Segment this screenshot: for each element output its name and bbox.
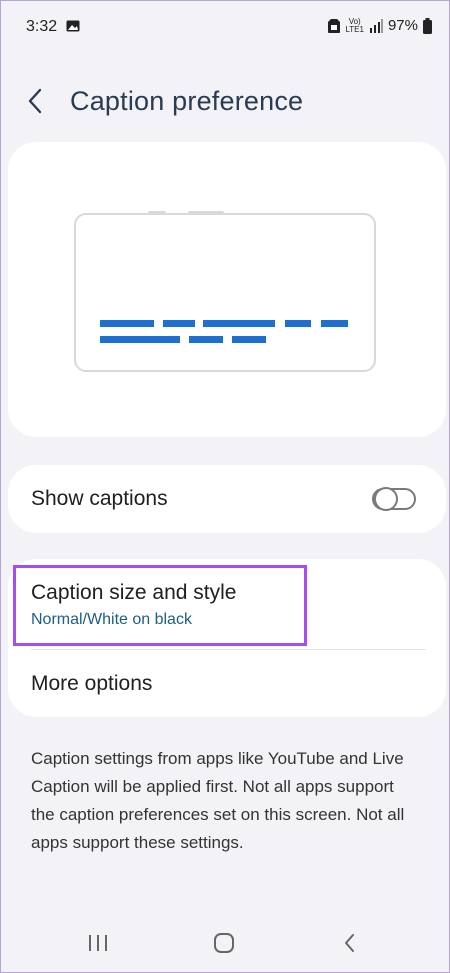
signal-icon xyxy=(369,18,383,33)
status-icons: Vo) LTE1 97% xyxy=(328,17,432,34)
more-options-label: More options xyxy=(31,672,153,695)
caption-preview-line xyxy=(203,320,275,327)
gallery-notification-icon xyxy=(66,20,80,32)
caption-preview-line xyxy=(100,336,180,343)
sim-icon xyxy=(328,18,341,33)
show-captions-label: Show captions xyxy=(31,487,168,510)
caption-size-style-value: Normal/White on black xyxy=(31,611,192,628)
page-title: Caption preference xyxy=(70,86,304,116)
caption-preview-line xyxy=(285,320,311,327)
back-icon xyxy=(345,934,354,952)
caption-preview-line xyxy=(321,320,348,327)
nav-back-button[interactable] xyxy=(330,925,370,961)
battery-percent: 97% xyxy=(387,17,418,34)
toggle-knob xyxy=(374,487,398,511)
caption-size-style-label: Caption size and style xyxy=(31,581,237,604)
chevron-left-icon xyxy=(28,88,42,114)
caption-size-style-row[interactable]: Caption size and style Normal/White on b… xyxy=(8,559,446,649)
more-options-row[interactable]: More options xyxy=(8,650,446,717)
status-bar: 3:32 Vo) LTE1 97% xyxy=(0,0,450,55)
volte-bottom-text: LTE1 xyxy=(345,24,364,34)
caption-preview-line xyxy=(163,320,195,327)
recents-icon xyxy=(89,935,107,951)
preview-notch xyxy=(148,211,166,215)
preview-notch xyxy=(188,211,224,215)
back-button[interactable] xyxy=(26,86,56,120)
caption-options-card: Caption size and style Normal/White on b… xyxy=(8,559,446,717)
caption-preview-line xyxy=(232,336,266,343)
show-captions-row[interactable]: Show captions xyxy=(8,465,446,533)
home-icon xyxy=(214,933,234,953)
home-button[interactable] xyxy=(204,925,244,961)
caption-preview-line xyxy=(100,320,154,327)
battery-icon xyxy=(423,17,432,34)
status-time: 3:32 xyxy=(26,18,58,35)
recents-button[interactable] xyxy=(78,925,118,961)
caption-preview-card xyxy=(8,142,446,437)
caption-preview-line xyxy=(189,336,223,343)
show-captions-toggle[interactable] xyxy=(372,487,416,511)
navigation-bar xyxy=(0,903,450,973)
caption-preview-screen xyxy=(74,211,376,372)
caption-description: Caption settings from apps like YouTube … xyxy=(31,749,405,852)
volte-indicator: Vo) LTE1 xyxy=(345,17,364,34)
